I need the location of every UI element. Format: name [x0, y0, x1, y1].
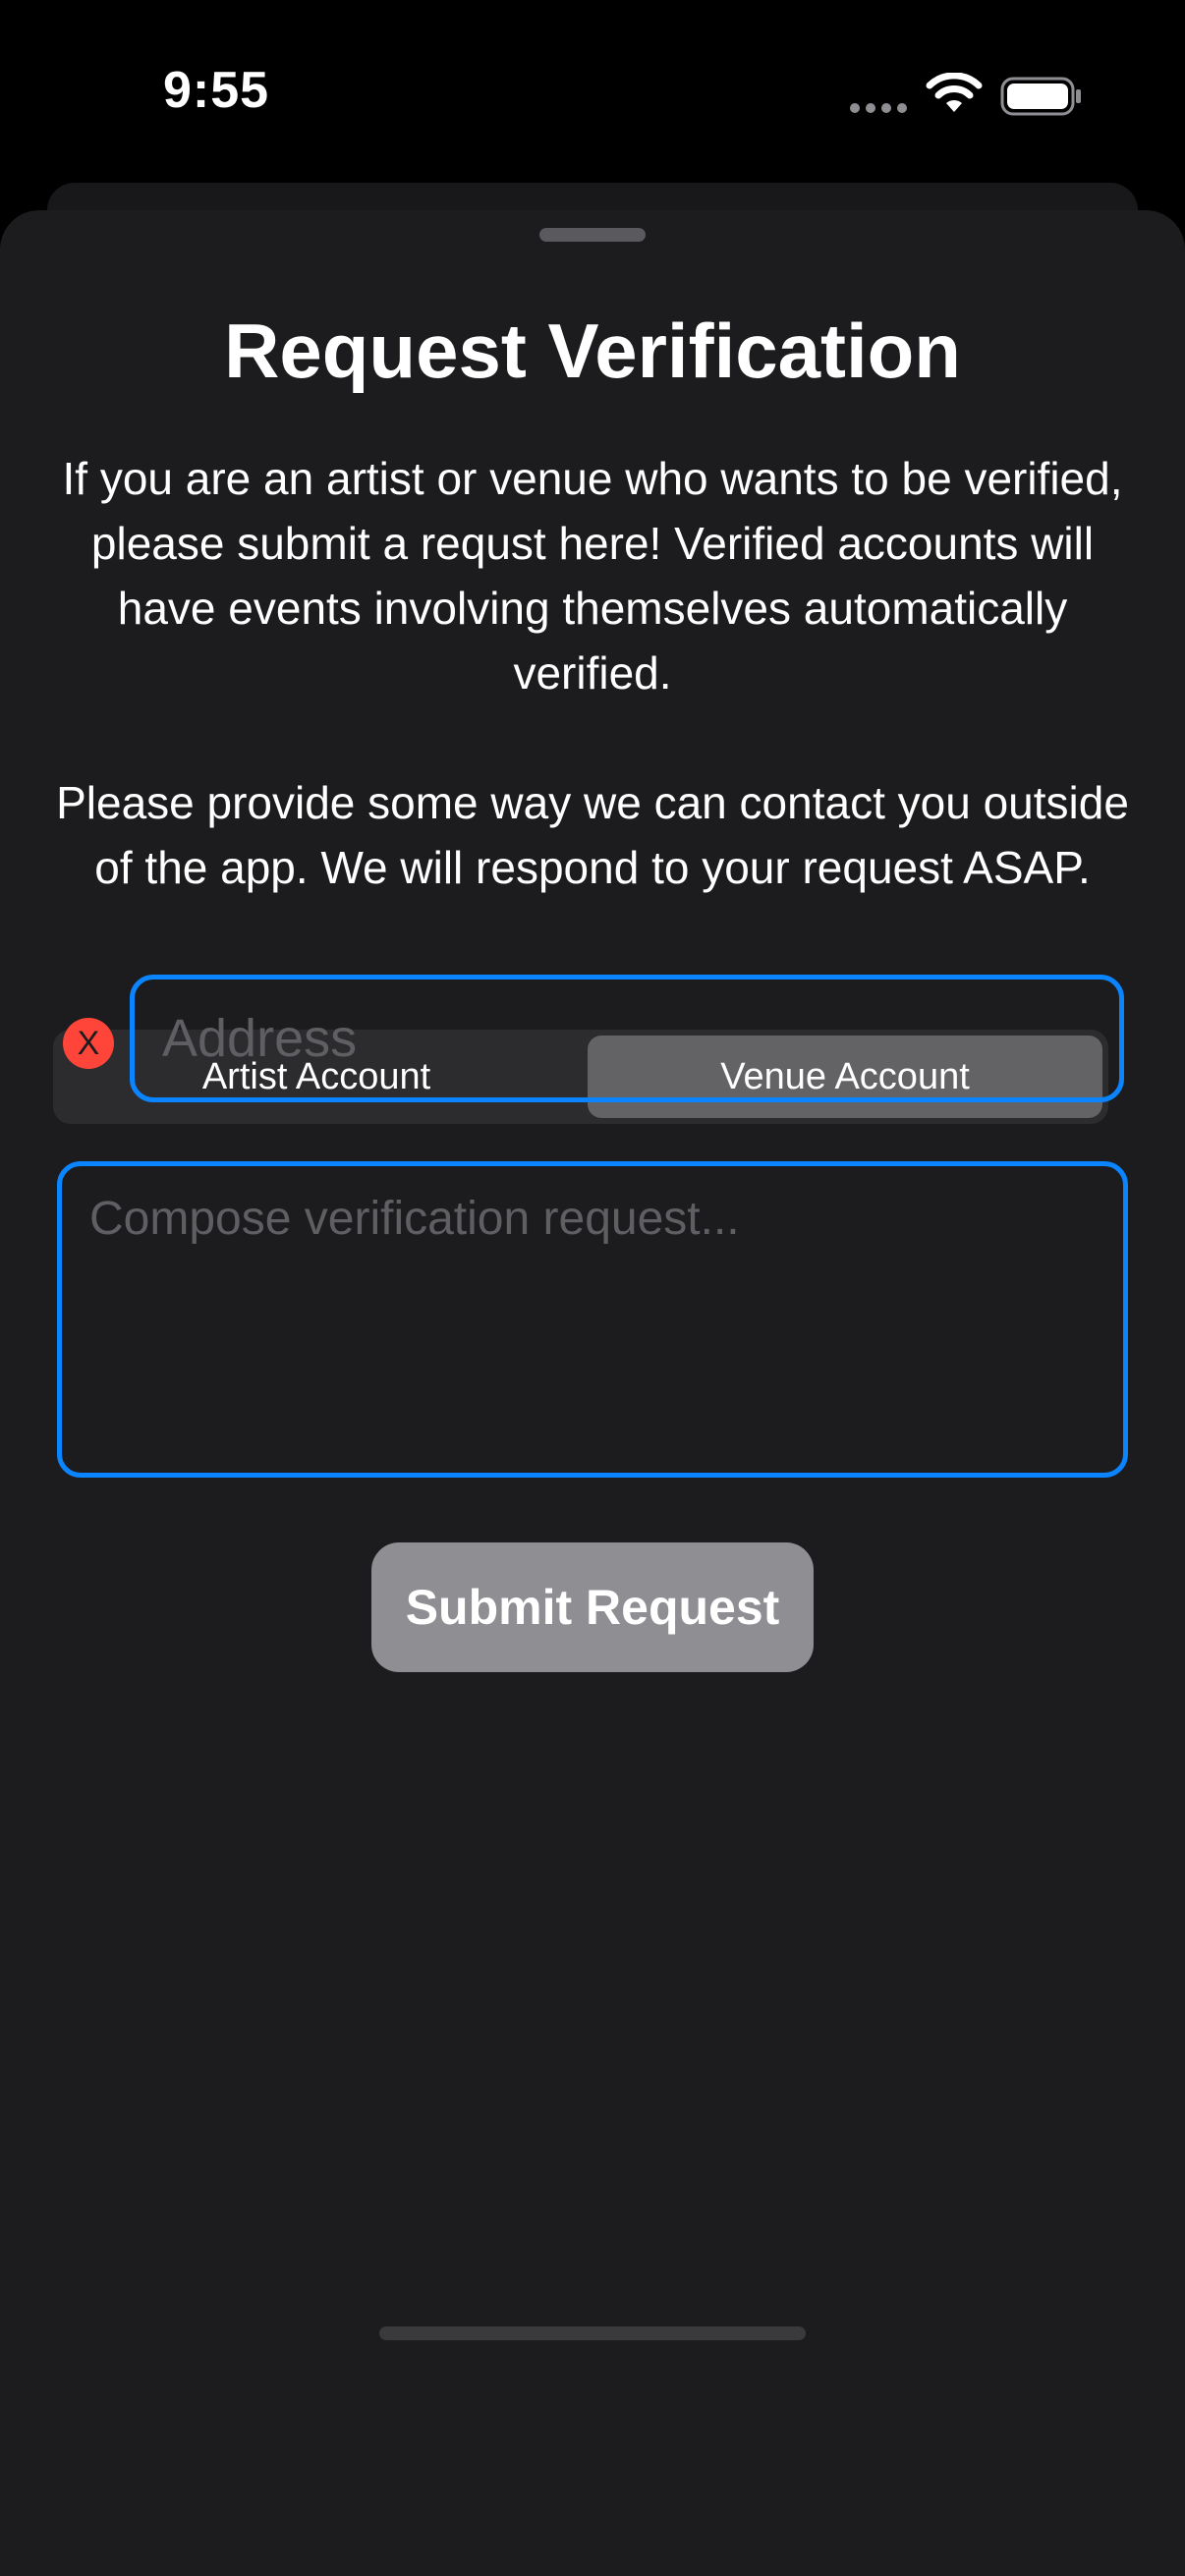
submit-request-button[interactable]: Submit Request	[371, 1542, 814, 1672]
screen: 9:55 Request Verification If you are an …	[0, 0, 1185, 2576]
cellular-signal-icon	[850, 103, 907, 113]
home-indicator	[379, 2326, 806, 2340]
sheet-title: Request Verification	[224, 308, 961, 394]
error-x-icon: X	[63, 1018, 114, 1069]
verification-request-textarea[interactable]	[57, 1161, 1128, 1478]
wifi-icon	[926, 73, 983, 112]
description-paragraph: If you are an artist or venue who wants …	[62, 453, 1123, 699]
sheet-grabber[interactable]	[539, 228, 646, 242]
status-time: 9:55	[163, 62, 270, 119]
address-field[interactable]	[130, 975, 1124, 1102]
description: If you are an artist or venue who wants …	[49, 446, 1136, 900]
description-paragraph: Please provide some way we can contact y…	[56, 777, 1129, 893]
battery-icon	[1000, 77, 1081, 116]
status-bar: 9:55	[0, 0, 1185, 187]
